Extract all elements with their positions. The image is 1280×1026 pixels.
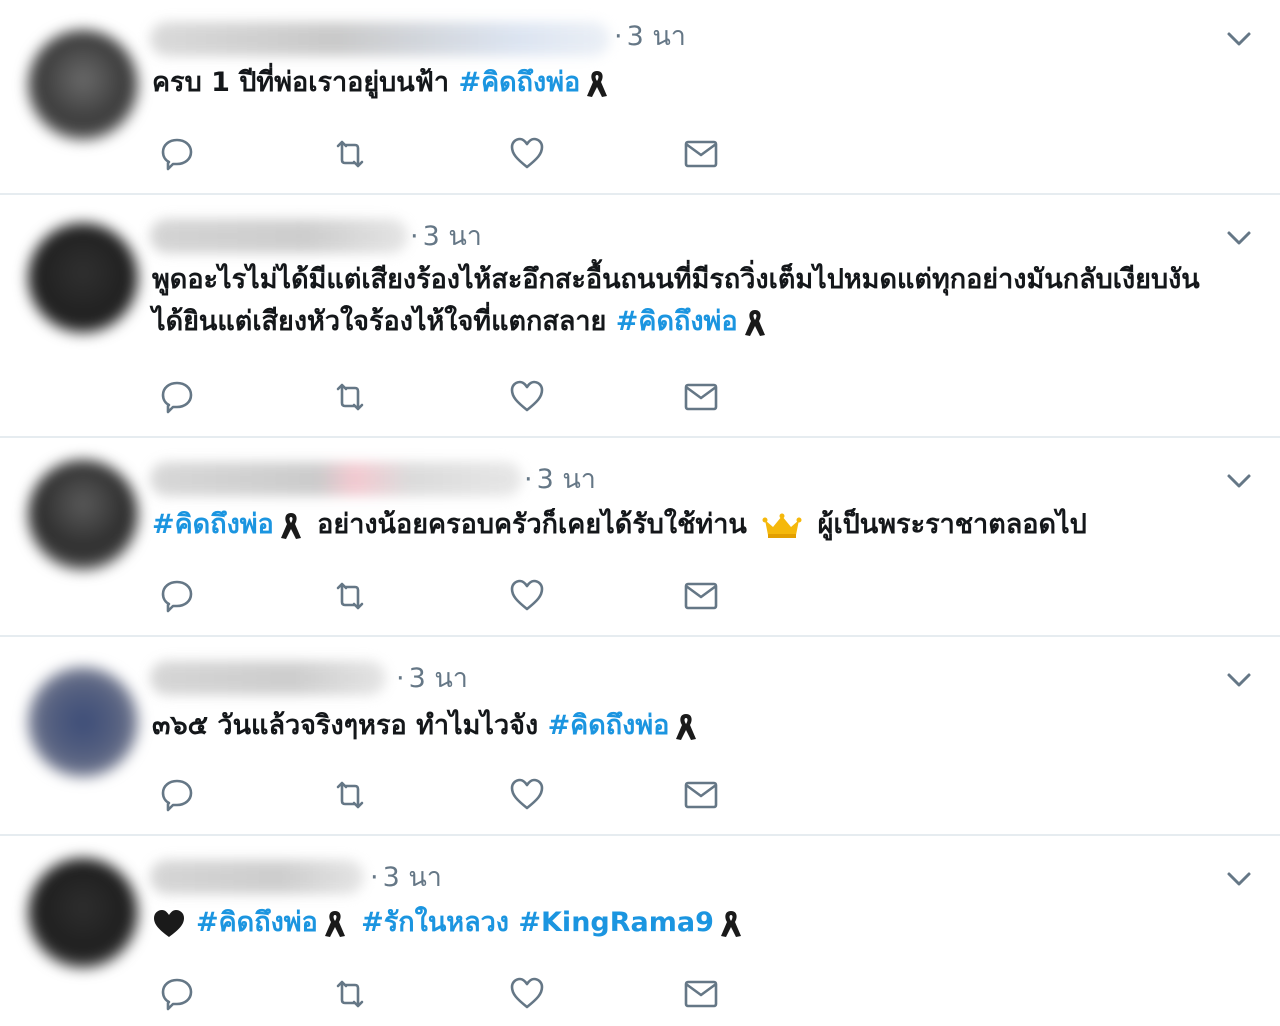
black-ribbon-emoji [587, 70, 608, 97]
user-name-blurred[interactable] [150, 462, 522, 496]
chevron-down-icon[interactable] [1224, 665, 1254, 695]
direct-message-button[interactable] [679, 972, 723, 1016]
black-ribbon-emoji [676, 713, 697, 740]
reply-icon [161, 381, 193, 414]
black-ribbon-emoji [744, 309, 765, 336]
reply-button[interactable] [155, 574, 199, 618]
retweet-icon [336, 980, 364, 1008]
user-name-blurred[interactable] [150, 219, 408, 253]
like-icon [510, 778, 544, 810]
like-button[interactable] [505, 972, 549, 1016]
like-button[interactable] [505, 132, 549, 176]
crown-emoji [762, 513, 802, 538]
like-button[interactable] [505, 574, 549, 618]
tweet-text-part: อย่างน้อยครอบครัวก็เคยได้รับใช้ท่าน [307, 509, 757, 540]
tweet[interactable]: · 3 นา #คิดถึงพ่อ #รักในหลวง #KingRama9 [0, 836, 1280, 1026]
hashtag-link[interactable]: #คิดถึงพ่อ [458, 67, 580, 98]
tweet-text-part: ครบ 1 ปีที่พ่อเราอยู่บนฟ้า [152, 67, 459, 98]
like-icon [510, 380, 544, 412]
black-ribbon-emoji [280, 512, 301, 539]
tweet-text: ครบ 1 ปีที่พ่อเราอยู่บนฟ้า #คิดถึงพ่อ [152, 62, 1250, 104]
hashtag-link[interactable]: #คิดถึงพ่อ [152, 509, 274, 540]
retweet-icon [336, 383, 364, 411]
direct-message-icon [684, 140, 718, 168]
user-name-blurred[interactable] [150, 661, 386, 695]
tweet-actions [155, 574, 755, 618]
retweet-button[interactable] [328, 375, 372, 419]
user-name-blurred[interactable] [150, 22, 610, 56]
retweet-button[interactable] [328, 972, 372, 1016]
tweet-text: #คิดถึงพ่อ อย่างน้อยครอบครัวก็เคยได้รับใ… [152, 504, 1250, 546]
reply-icon [161, 138, 193, 171]
direct-message-icon [684, 781, 718, 809]
tweet-timestamp[interactable]: · 3 นา [396, 662, 468, 696]
direct-message-button[interactable] [679, 773, 723, 817]
retweet-icon [336, 582, 364, 610]
reply-button[interactable] [155, 132, 199, 176]
tweet[interactable]: · 3 นา ๓๖๕ วันแล้วจริงๆหรอ ทำไมไวจัง #คิด… [0, 637, 1280, 836]
like-button[interactable] [505, 375, 549, 419]
like-button[interactable] [505, 773, 549, 817]
direct-message-icon [684, 582, 718, 610]
tweet-text: #คิดถึงพ่อ #รักในหลวง #KingRama9 [152, 902, 1250, 944]
tweet-actions [155, 375, 755, 419]
chevron-down-icon[interactable] [1224, 223, 1254, 253]
direct-message-icon [684, 383, 718, 411]
like-icon [510, 579, 544, 611]
tweet-timestamp[interactable]: · 3 นา [524, 463, 596, 497]
tweet-actions [155, 132, 755, 176]
avatar[interactable] [28, 223, 138, 333]
tweet[interactable]: · 3 นา #คิดถึงพ่อ อย่างน้อยครอบครัวก็เคยไ… [0, 438, 1280, 637]
timeline: · 3 นา ครบ 1 ปีที่พ่อเราอยู่บนฟ้า #คิดถึง… [0, 0, 1280, 1026]
direct-message-icon [684, 980, 718, 1008]
chevron-down-icon[interactable] [1224, 466, 1254, 496]
hashtag-link[interactable]: #คิดถึงพ่อ [616, 306, 738, 337]
direct-message-button[interactable] [679, 574, 723, 618]
reply-button[interactable] [155, 773, 199, 817]
tweet-timestamp[interactable]: · 3 นา [410, 220, 482, 254]
direct-message-button[interactable] [679, 375, 723, 419]
reply-button[interactable] [155, 375, 199, 419]
tweet-text: ๓๖๕ วันแล้วจริงๆหรอ ทำไมไวจัง #คิดถึงพ่อ [152, 705, 1250, 747]
reply-button[interactable] [155, 972, 199, 1016]
chevron-down-icon[interactable] [1224, 864, 1254, 894]
like-icon [510, 137, 544, 169]
tweet-actions [155, 773, 755, 817]
hashtag-link[interactable]: #คิดถึงพ่อ [196, 907, 318, 938]
tweet-text: พูดอะไรไม่ได้มีแต่เสียงร้องไห้สะอึกสะอื้… [152, 259, 1250, 343]
hashtag-link[interactable]: #รักในหลวง [361, 907, 509, 938]
tweet-timestamp[interactable]: · 3 นา [370, 861, 442, 895]
reply-icon [161, 978, 193, 1011]
avatar[interactable] [28, 460, 138, 570]
avatar[interactable] [28, 30, 138, 140]
retweet-button[interactable] [328, 773, 372, 817]
like-icon [510, 977, 544, 1009]
user-name-blurred[interactable] [150, 860, 364, 894]
tweet-actions [155, 972, 755, 1016]
chevron-down-icon[interactable] [1224, 24, 1254, 54]
hashtag-link[interactable]: #คิดถึงพ่อ [548, 710, 670, 741]
tweet-text-part [509, 907, 518, 938]
tweet[interactable]: · 3 นา พูดอะไรไม่ได้มีแต่เสียงร้องไห้สะอึ… [0, 195, 1280, 438]
tweet-timestamp[interactable]: · 3 นา [614, 20, 686, 54]
direct-message-button[interactable] [679, 132, 723, 176]
reply-icon [161, 580, 193, 613]
retweet-button[interactable] [328, 574, 372, 618]
black-ribbon-emoji [720, 910, 741, 937]
black-ribbon-emoji [324, 910, 345, 937]
avatar[interactable] [28, 667, 138, 777]
tweet-text-part: ผู้เป็นพระราชาตลอดไป [808, 509, 1087, 540]
tweet[interactable]: · 3 นา ครบ 1 ปีที่พ่อเราอยู่บนฟ้า #คิดถึง… [0, 0, 1280, 195]
reply-icon [161, 779, 193, 812]
black-heart-emoji [154, 909, 184, 937]
retweet-button[interactable] [328, 132, 372, 176]
tweet-text-part: ๓๖๕ วันแล้วจริงๆหรอ ทำไมไวจัง [152, 710, 548, 741]
tweet-text-part [352, 907, 361, 938]
hashtag-link[interactable]: #KingRama9 [518, 907, 714, 938]
retweet-icon [336, 781, 364, 809]
retweet-icon [336, 140, 364, 168]
avatar[interactable] [28, 858, 138, 968]
